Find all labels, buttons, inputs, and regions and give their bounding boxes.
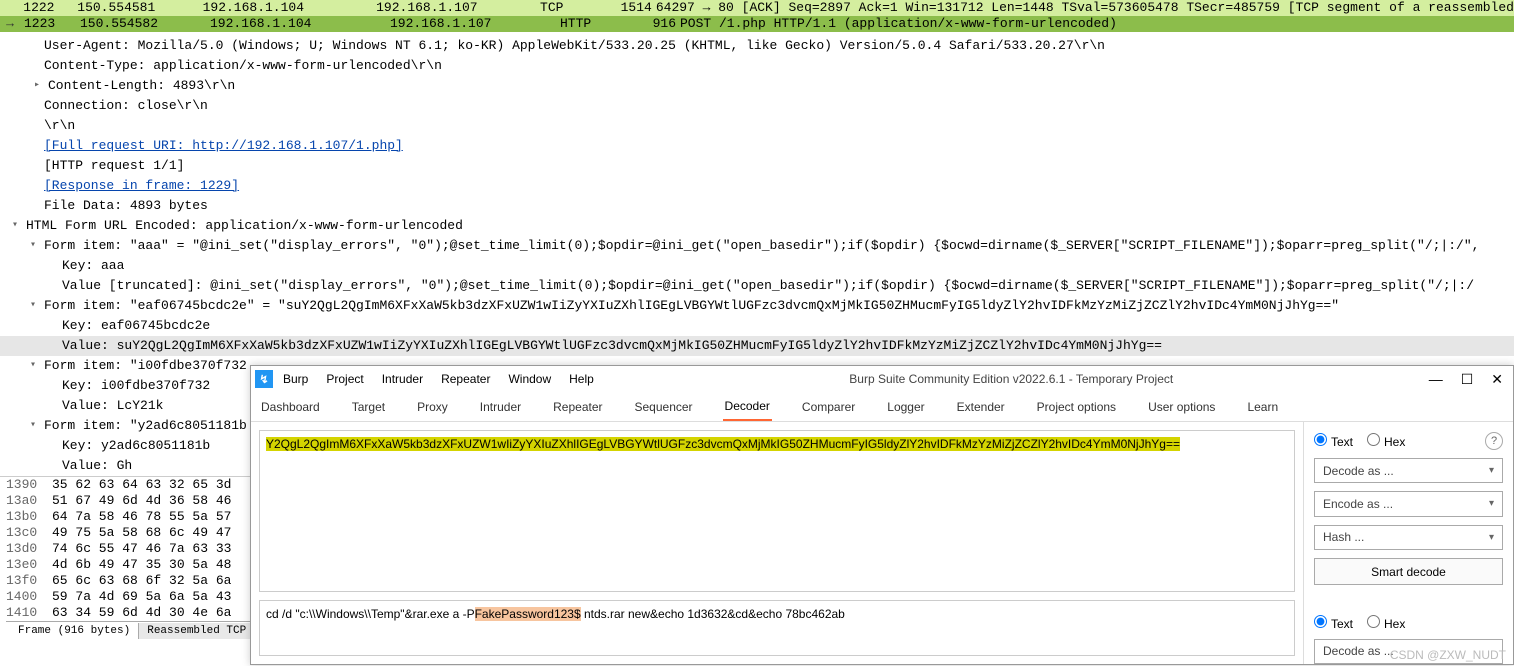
radio-hex[interactable]: Hex: [1367, 433, 1405, 449]
tab-comparer[interactable]: Comparer: [800, 394, 857, 420]
detail-conn: Connection: close\r\n: [44, 96, 208, 116]
hash-select[interactable]: Hash ...▾: [1314, 525, 1503, 550]
form-item-y2a: Form item: "y2ad6c8051181b: [44, 416, 247, 436]
tab-proxy[interactable]: Proxy: [415, 394, 450, 420]
value-i00: Value: LcY21k: [62, 396, 163, 416]
chevron-down-icon[interactable]: ▾: [26, 419, 40, 433]
chevron-down-icon[interactable]: ▾: [26, 299, 40, 313]
packet-row[interactable]: →1223150.554582192.168.1.104192.168.1.10…: [0, 16, 1514, 32]
key-y2a: Key: y2ad6c8051181b: [62, 436, 210, 456]
detail-clen: Content-Length: 4893\r\n: [48, 76, 235, 96]
key-i00: Key: i00fdbe370f732: [62, 376, 210, 396]
key-eaf: Key: eaf06745bcdc2e: [62, 316, 210, 336]
tab-repeater[interactable]: Repeater: [551, 394, 604, 420]
menu-repeater[interactable]: Repeater: [441, 372, 490, 386]
detail-ua: User-Agent: Mozilla/5.0 (Windows; U; Win…: [44, 36, 1105, 56]
radio-hex-2[interactable]: Hex: [1367, 615, 1405, 631]
burp-tabs: Dashboard Target Proxy Intruder Repeater Sequ…: [251, 392, 1513, 422]
form-item-aaa: Form item: "aaa" = "@ini_set("display_er…: [44, 236, 1479, 256]
form-item-eaf: Form item: "eaf06745bcdc2e" = "suY2QgL2Q…: [44, 296, 1339, 316]
chevron-down-icon[interactable]: ▾: [26, 359, 40, 373]
tab-logger[interactable]: Logger: [885, 394, 926, 420]
smart-decode-button[interactable]: Smart decode: [1314, 558, 1503, 585]
highlighted-password: FakePassword123$: [475, 607, 581, 621]
help-icon[interactable]: ?: [1485, 432, 1503, 450]
value-aaa: Value [truncated]: @ini_set("display_err…: [62, 276, 1474, 296]
minimize-icon[interactable]: —: [1429, 371, 1443, 388]
radio-text-2[interactable]: Text: [1314, 615, 1353, 631]
menu-window[interactable]: Window: [508, 372, 551, 386]
packet-row[interactable]: 1222150.554581192.168.1.104192.168.1.107…: [0, 0, 1514, 16]
chevron-down-icon: ▾: [1489, 532, 1494, 543]
detail-crlf: \r\n: [44, 116, 75, 136]
value-y2a: Value: Gh: [62, 456, 132, 476]
detail-ctype: Content-Type: application/x-www-form-url…: [44, 56, 442, 76]
tab-sequencer[interactable]: Sequencer: [633, 394, 695, 420]
hex-tab-frame[interactable]: Frame (916 bytes): [10, 623, 139, 639]
response-frame-link[interactable]: [Response in frame: 1229]: [44, 176, 239, 196]
tab-target[interactable]: Target: [350, 394, 387, 420]
tab-extender[interactable]: Extender: [955, 394, 1007, 420]
http-request-num: [HTTP request 1/1]: [44, 156, 184, 176]
value-eaf: Value: suY2QgL2QgImM6XFxXaW5kb3dzXFxUZW1…: [62, 336, 1162, 356]
tab-intruder[interactable]: Intruder: [478, 394, 523, 420]
tab-decoder[interactable]: Decoder: [723, 393, 772, 421]
chevron-down-icon[interactable]: ▾: [26, 239, 40, 253]
tab-learn[interactable]: Learn: [1245, 394, 1280, 420]
decode-as-select[interactable]: Decode as ...▾: [1314, 458, 1503, 483]
burp-logo-icon: ↯: [255, 370, 273, 388]
form-header: HTML Form URL Encoded: application/x-www…: [26, 216, 463, 236]
encoded-text-box[interactable]: Y2QgL2QgImM6XFxXaW5kb3dzXFxUZW1wIiZyYXIu…: [259, 430, 1295, 592]
key-aaa: Key: aaa: [62, 256, 124, 276]
menu-help[interactable]: Help: [569, 372, 594, 386]
burp-title: Burp Suite Community Edition v2022.6.1 -…: [594, 372, 1429, 386]
maximize-icon[interactable]: ☐: [1461, 371, 1474, 388]
burp-window: ↯ BurpProjectIntruderRepeaterWindowHelp …: [250, 365, 1514, 665]
menu-burp[interactable]: Burp: [283, 372, 308, 386]
tab-user-options[interactable]: User options: [1146, 394, 1217, 420]
watermark: CSDN @ZXW_NUDT: [1390, 648, 1506, 662]
tab-project-options[interactable]: Project options: [1035, 394, 1118, 420]
menu-project[interactable]: Project: [326, 372, 363, 386]
full-request-uri-link[interactable]: [Full request URI: http://192.168.1.107/…: [44, 136, 403, 156]
decoder-sidebar: Text Hex ? Decode as ...▾ Encode as ...▾…: [1303, 422, 1513, 664]
file-data: File Data: 4893 bytes: [44, 196, 208, 216]
tab-dashboard[interactable]: Dashboard: [259, 394, 322, 420]
chevron-down-icon: ▾: [1489, 498, 1494, 509]
radio-text[interactable]: Text: [1314, 433, 1353, 449]
close-icon[interactable]: ✕: [1491, 371, 1503, 388]
packet-list[interactable]: 1222150.554581192.168.1.104192.168.1.107…: [0, 0, 1514, 32]
chevron-down-icon: ▾: [1489, 465, 1494, 476]
encode-as-select[interactable]: Encode as ...▾: [1314, 491, 1503, 516]
form-item-i00: Form item: "i00fdbe370f732: [44, 356, 247, 376]
burp-menu-bar: Burp Project Intruder Repeater Window Help: [283, 372, 594, 386]
menu-intruder[interactable]: Intruder: [382, 372, 423, 386]
decoded-text-box[interactable]: cd /d "c:\\Windows\\Temp"&rar.exe a -PFa…: [259, 600, 1295, 656]
chevron-right-icon[interactable]: ▸: [30, 79, 44, 93]
chevron-down-icon[interactable]: ▾: [8, 219, 22, 233]
